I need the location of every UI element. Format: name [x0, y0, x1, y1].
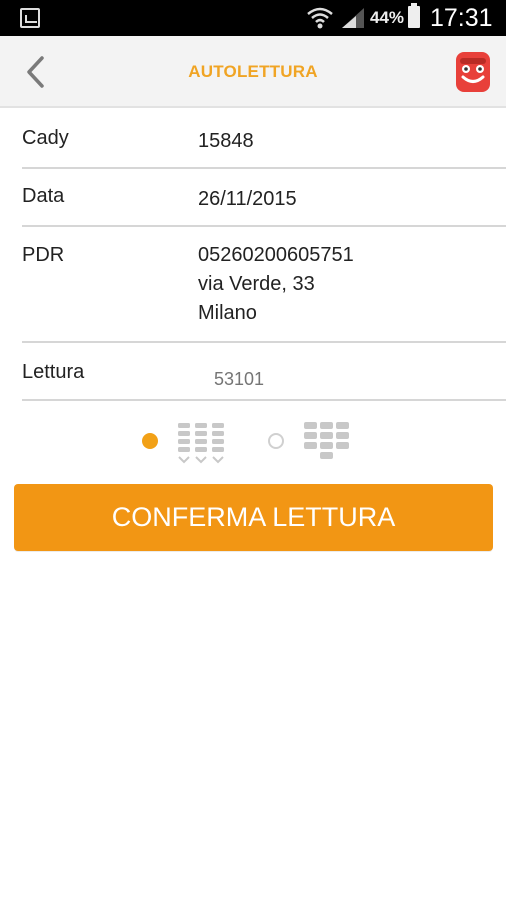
signal-icon — [342, 8, 364, 28]
status-bar: 44% 17:31 — [0, 0, 506, 36]
radio-selected[interactable] — [142, 433, 158, 449]
cady-label: Cady — [22, 127, 69, 149]
data-row: Data 26/11/2015 — [22, 169, 506, 227]
pdr-label: PDR — [22, 244, 65, 266]
pdr-value: 05260200605751 via Verde, 33 Milano — [198, 241, 354, 328]
lettura-row: Lettura — [22, 343, 506, 401]
data-label: Data — [22, 185, 65, 207]
mascot-button[interactable] — [454, 50, 492, 94]
mascot-icon — [456, 52, 490, 92]
app-header: AUTOLETTURA — [0, 36, 506, 108]
battery-percent: 44% — [370, 8, 405, 27]
roller-digits-icon — [178, 423, 224, 464]
battery-icon — [408, 3, 420, 28]
cady-row: Cady 15848 — [22, 110, 506, 169]
lettura-input[interactable] — [214, 369, 414, 390]
pdr-address: via Verde, 33 — [198, 273, 315, 295]
data-value: 26/11/2015 — [198, 188, 297, 210]
page-title: AUTOLETTURA — [188, 62, 318, 81]
pdr-city: Milano — [198, 302, 257, 324]
pdr-row: PDR 05260200605751 via Verde, 33 Milano — [22, 227, 506, 343]
lettura-label: Lettura — [22, 361, 85, 383]
gallery-notification-icon — [20, 8, 40, 28]
keypad-digits-icon — [304, 422, 349, 459]
wifi-icon — [307, 7, 333, 29]
confirm-reading-button[interactable]: CONFERMA LETTURA — [14, 484, 493, 551]
pdr-code: 05260200605751 — [198, 244, 354, 266]
radio-unselected[interactable] — [268, 433, 284, 449]
clock: 17:31 — [430, 4, 493, 32]
cady-value: 15848 — [198, 130, 254, 152]
